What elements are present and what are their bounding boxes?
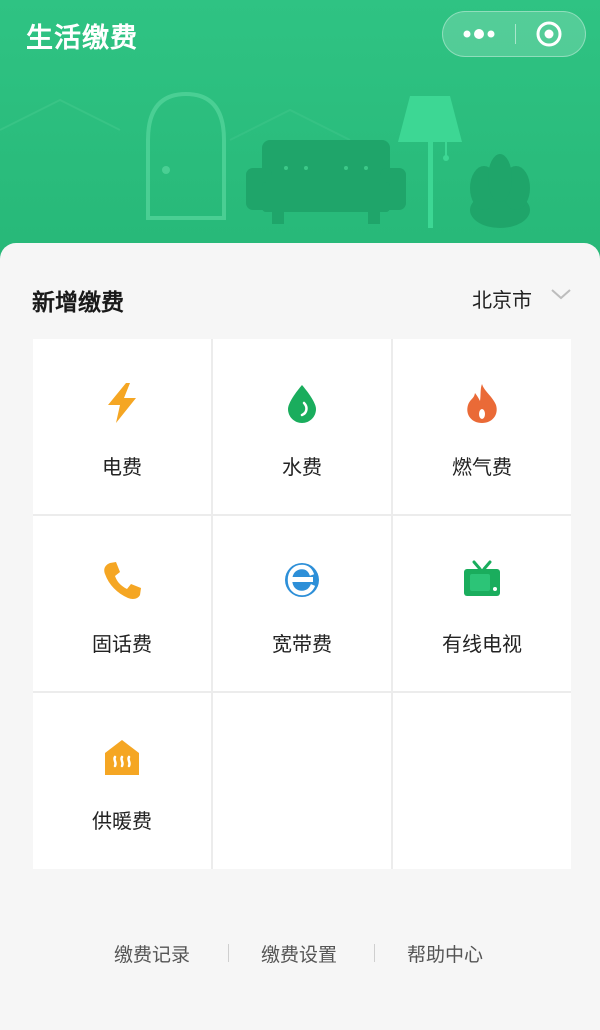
link-help-center[interactable]: 帮助中心 xyxy=(407,940,483,967)
main-panel: 新增缴费 北京市 电费 水费 燃气费 固话费 宽带费 有线电视 供暖费 缴费记录… xyxy=(0,243,600,1030)
page-title: 生活缴费 xyxy=(26,23,138,54)
tv-icon xyxy=(464,560,500,596)
phone-icon xyxy=(104,562,141,599)
footer-divider xyxy=(374,944,375,962)
service-label: 供暖费 xyxy=(92,809,152,833)
footer-divider xyxy=(228,944,229,962)
link-payment-settings[interactable]: 缴费设置 xyxy=(261,940,337,967)
lightning-icon xyxy=(108,383,136,423)
service-electricity[interactable]: 电费 xyxy=(33,339,211,514)
city-label: 北京市 xyxy=(472,288,532,312)
target-close-icon xyxy=(536,21,562,47)
service-label: 宽带费 xyxy=(272,632,332,656)
section-title: 新增缴费 xyxy=(32,290,124,316)
mini-program-capsule xyxy=(442,11,586,57)
empty-cell xyxy=(213,693,391,869)
header-banner: 生活缴费 xyxy=(0,0,600,262)
service-label: 燃气费 xyxy=(452,455,512,479)
footer-links: 缴费记录 缴费设置 帮助中心 xyxy=(0,940,600,970)
service-label: 固话费 xyxy=(92,632,152,656)
chevron-down-icon xyxy=(551,289,571,300)
flame-icon xyxy=(467,384,497,423)
city-selector[interactable]: 北京市 xyxy=(460,281,580,315)
service-landline[interactable]: 固话费 xyxy=(33,516,211,691)
service-label: 水费 xyxy=(282,455,322,479)
service-water[interactable]: 水费 xyxy=(213,339,391,514)
service-heating[interactable]: 供暖费 xyxy=(33,693,211,869)
water-drop-icon xyxy=(288,385,316,423)
service-grid: 电费 水费 燃气费 固话费 宽带费 有线电视 供暖费 xyxy=(33,339,571,869)
living-room-illustration xyxy=(0,91,530,228)
close-button[interactable] xyxy=(516,12,586,56)
service-broadband[interactable]: 宽带费 xyxy=(213,516,391,691)
more-button[interactable] xyxy=(443,12,515,56)
empty-cell xyxy=(393,693,571,869)
link-payment-records[interactable]: 缴费记录 xyxy=(114,940,190,967)
service-cable-tv[interactable]: 有线电视 xyxy=(393,516,571,691)
service-label: 电费 xyxy=(102,455,142,479)
service-label: 有线电视 xyxy=(442,632,522,656)
broadband-e-icon xyxy=(285,563,319,597)
more-dots-icon xyxy=(463,29,495,39)
service-gas[interactable]: 燃气费 xyxy=(393,339,571,514)
heating-house-icon xyxy=(105,740,139,775)
